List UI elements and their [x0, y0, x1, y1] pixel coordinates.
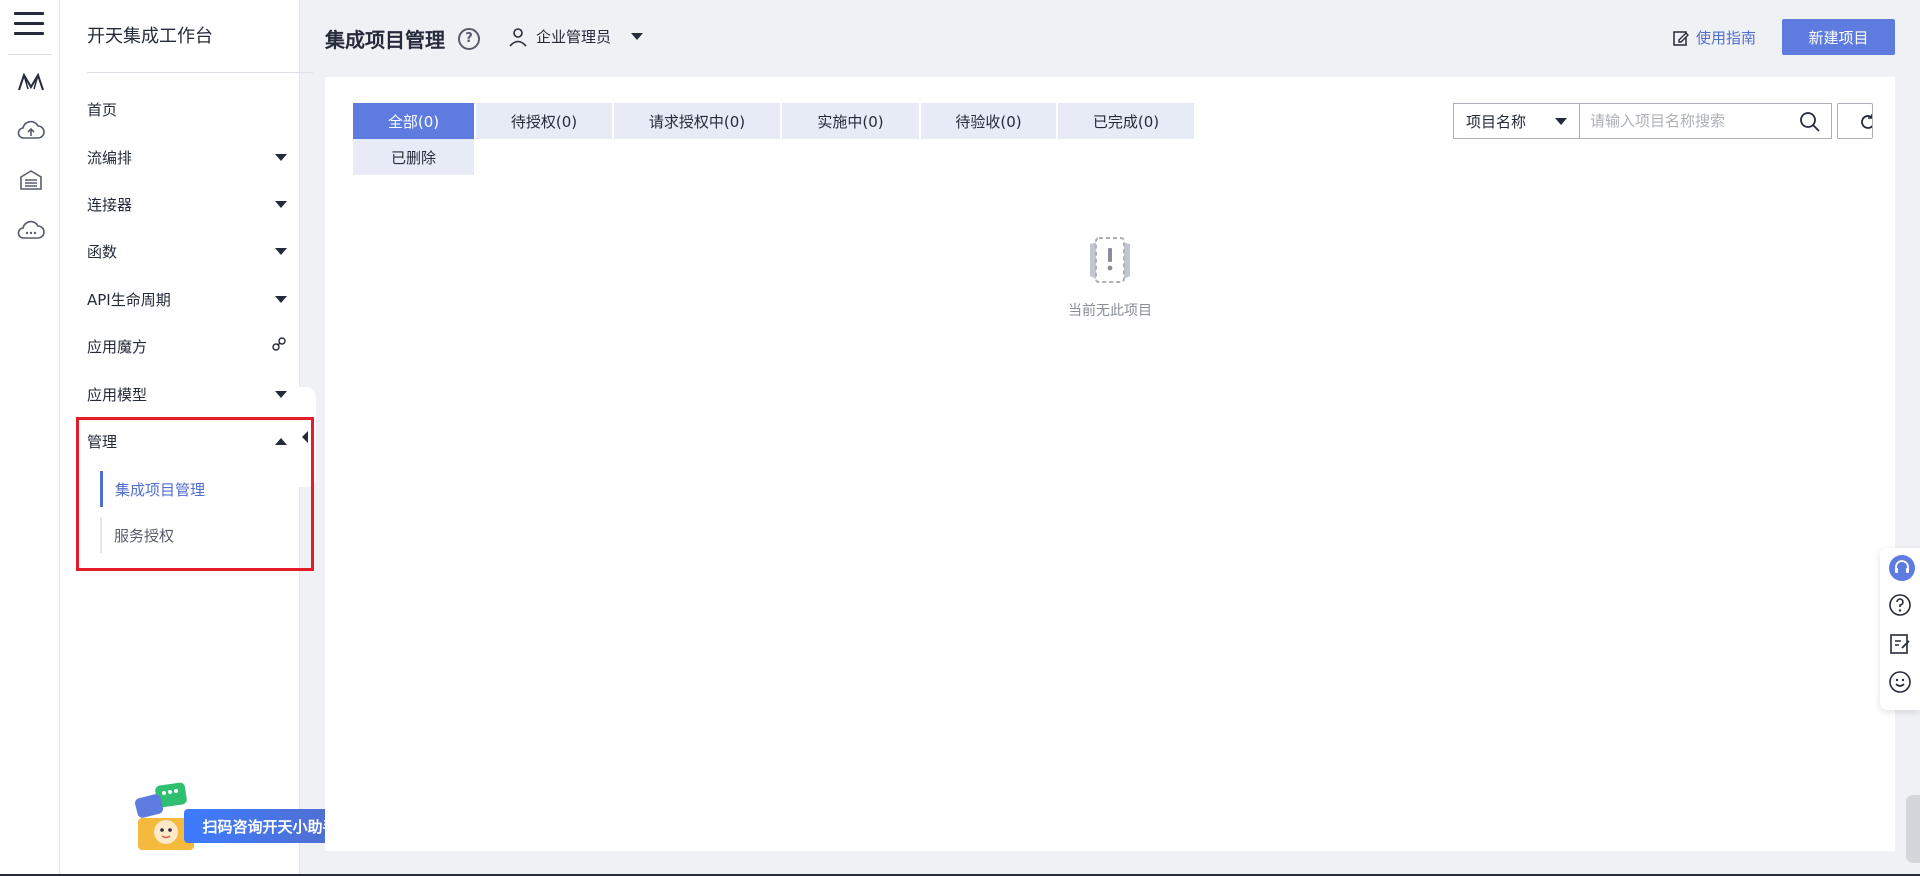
highlight-annotation	[76, 417, 314, 571]
refresh-button[interactable]	[1837, 103, 1873, 139]
menu-icon[interactable]	[14, 12, 44, 40]
user-icon	[509, 27, 527, 47]
sidebar-item-label: 流编排	[87, 148, 133, 167]
assistant-label: 扫码咨询开天小助手	[184, 809, 348, 843]
sidebar-item-app-cube[interactable]: 应用魔方	[87, 326, 287, 366]
icon-rail	[0, 0, 60, 876]
new-project-button[interactable]: 新建项目	[1782, 19, 1895, 55]
tab-in-progress[interactable]: 实施中(0)	[782, 103, 919, 139]
sidebar-item-home[interactable]: 首页	[87, 89, 287, 129]
cloud-chat-icon[interactable]	[16, 218, 46, 244]
tab-pending-auth[interactable]: 待授权(0)	[476, 103, 612, 139]
rail-divider	[8, 54, 52, 55]
help-circle-icon[interactable]	[1888, 593, 1914, 619]
edit-note-icon	[1673, 30, 1689, 46]
chevron-down-icon	[275, 247, 287, 255]
sidebar-item-api-lifecycle[interactable]: API生命周期	[87, 279, 287, 319]
chevron-down-icon	[275, 295, 287, 303]
sidebar-title: 开天集成工作台	[87, 26, 213, 47]
chevron-down-icon	[631, 33, 644, 40]
sidebar-item-app-model[interactable]: 应用模型	[87, 374, 287, 414]
refresh-icon	[1861, 114, 1872, 129]
customer-service-icon[interactable]	[1888, 554, 1915, 581]
sidebar-item-flow[interactable]: 流编排	[87, 137, 287, 177]
sidebar-item-function[interactable]: 函数	[87, 231, 287, 271]
sidebar-item-connector[interactable]: 连接器	[87, 184, 287, 224]
user-role-label: 企业管理员	[536, 28, 612, 46]
chevron-down-icon	[275, 200, 287, 208]
smiley-icon[interactable]	[1888, 670, 1914, 696]
sidebar-item-label: 连接器	[87, 195, 133, 214]
empty-state-text: 当前无此项目	[1068, 303, 1152, 319]
help-circle-icon[interactable]: ?	[458, 28, 480, 50]
feedback-note-icon[interactable]	[1888, 632, 1914, 658]
user-guide-link[interactable]: 使用指南	[1672, 27, 1756, 48]
page-title: 集成项目管理	[325, 28, 445, 52]
main-content: 全部(0) 待授权(0) 请求授权中(0) 实施中(0) 待验收(0) 已完成(…	[325, 77, 1895, 851]
chevron-down-icon	[275, 390, 287, 398]
search-icon[interactable]	[1799, 111, 1821, 133]
assistant-qr-button[interactable]: 扫码咨询开天小助手	[134, 782, 348, 852]
sidebar-item-label: 函数	[87, 242, 118, 261]
cloud-upload-icon[interactable]	[16, 118, 46, 144]
user-role-dropdown[interactable]: 企业管理员	[508, 26, 644, 47]
sidebar-item-label: 应用模型	[87, 385, 148, 404]
sidebar-item-label: 首页	[87, 100, 118, 119]
search-input[interactable]	[1590, 112, 1790, 130]
search-field-label: 项目名称	[1466, 112, 1527, 131]
top-bar: 集成项目管理 ? 企业管理员 使用指南 新建项目	[300, 0, 1920, 76]
tab-pending-acceptance[interactable]: 待验收(0)	[921, 103, 1056, 139]
flow-logo-icon[interactable]	[16, 70, 46, 96]
sidebar-divider	[87, 72, 313, 73]
chevron-down-icon	[275, 153, 287, 161]
search-box	[1579, 103, 1832, 139]
floating-toolbar	[1880, 548, 1920, 710]
user-guide-label: 使用指南	[1696, 29, 1757, 47]
empty-state: 当前无此项目	[325, 232, 1895, 320]
sidebar-item-label: 应用魔方	[87, 337, 148, 356]
scroll-handle[interactable]	[1906, 795, 1920, 863]
tab-deleted[interactable]: 已删除	[353, 139, 474, 175]
search-field-select[interactable]: 项目名称	[1453, 103, 1579, 139]
empty-box-icon	[1090, 237, 1130, 283]
tab-completed[interactable]: 已完成(0)	[1058, 103, 1194, 139]
sidebar-item-label: API生命周期	[87, 290, 171, 309]
tab-requesting-auth[interactable]: 请求授权中(0)	[614, 103, 780, 139]
warehouse-icon[interactable]	[16, 168, 46, 194]
tab-all[interactable]: 全部(0)	[353, 103, 474, 139]
external-link-icon	[271, 336, 287, 356]
chevron-down-icon	[1555, 117, 1567, 125]
